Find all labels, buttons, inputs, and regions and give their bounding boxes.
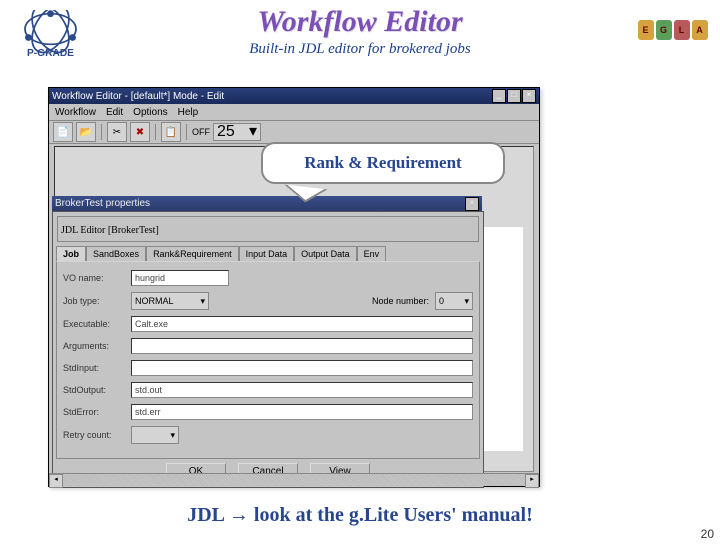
delete-icon[interactable]: ✖	[130, 122, 150, 142]
menu-options[interactable]: Options	[133, 107, 167, 118]
horizontal-scrollbar[interactable]: ◂ ▸	[49, 473, 539, 486]
slide-subtitle: Built-in JDL editor for brokered jobs	[0, 41, 720, 58]
jdl-panel-title: JDL Editor [BrokerTest]	[61, 225, 159, 236]
tab-rank-requirement[interactable]: Rank&Requirement	[146, 246, 239, 261]
svg-text:P-GRADE: P-GRADE	[27, 48, 74, 59]
tab-output-data[interactable]: Output Data	[294, 246, 357, 261]
menu-help[interactable]: Help	[178, 107, 199, 118]
toolbar: 📄 📂 ✂ ✖ 📋 OFF 25▾	[49, 121, 539, 144]
job-form: VO name: hungrid Job type: NORMAL▾ Node …	[56, 261, 480, 459]
zoom-select[interactable]: 25▾	[213, 123, 261, 141]
stderror-label: StdError:	[63, 407, 125, 417]
executable-label: Executable:	[63, 319, 125, 329]
puzzle-logo: EGLA	[630, 10, 715, 50]
menu-workflow[interactable]: Workflow	[55, 107, 96, 118]
stderror-field[interactable]: std.err	[131, 404, 473, 420]
retry-count-label: Retry count:	[63, 430, 125, 440]
callout-bubble: Rank & Requirement	[261, 142, 505, 184]
scroll-left-icon[interactable]: ◂	[49, 474, 63, 488]
stdinput-field[interactable]	[131, 360, 473, 376]
window-title-text: Workflow Editor - [default*] Mode - Edit	[52, 91, 224, 102]
arguments-field[interactable]	[131, 338, 473, 354]
maximize-icon[interactable]: □	[507, 89, 521, 103]
menu-bar: Workflow Edit Options Help	[49, 104, 539, 121]
page-number: 20	[701, 527, 714, 541]
stdoutput-field[interactable]: std.out	[131, 382, 473, 398]
stdoutput-label: StdOutput:	[63, 385, 125, 395]
new-icon[interactable]: 📄	[53, 122, 73, 142]
retry-count-field[interactable]: ▾	[131, 426, 179, 444]
chevron-down-icon: ▾	[200, 294, 205, 308]
properties-dialog: JDL Editor [BrokerTest] Job SandBoxes Ra…	[52, 211, 484, 488]
chevron-down-icon: ▾	[249, 125, 257, 139]
node-number-field[interactable]: 0▾	[435, 292, 473, 310]
tab-bar: Job SandBoxes Rank&Requirement Input Dat…	[56, 246, 480, 261]
cut-icon[interactable]: ✂	[107, 122, 127, 142]
menu-edit[interactable]: Edit	[106, 107, 123, 118]
tab-sandboxes[interactable]: SandBoxes	[86, 246, 146, 261]
close-icon[interactable]: ×	[522, 89, 536, 103]
copy-icon[interactable]: 📋	[161, 122, 181, 142]
callout-text: Rank & Requirement	[304, 153, 461, 173]
job-type-select[interactable]: NORMAL▾	[131, 292, 209, 310]
open-icon[interactable]: 📂	[76, 122, 96, 142]
properties-close-icon[interactable]: ×	[465, 197, 479, 211]
chevron-down-icon: ▾	[464, 294, 469, 308]
minimize-icon[interactable]: _	[492, 89, 506, 103]
arguments-label: Arguments:	[63, 341, 125, 351]
executable-field[interactable]: Calt.exe	[131, 316, 473, 332]
tab-job[interactable]: Job	[56, 246, 86, 261]
vo-name-field[interactable]: hungrid	[131, 270, 229, 286]
slide-footer: JDL → look at the g.Lite Users' manual!	[0, 504, 720, 527]
tab-env[interactable]: Env	[357, 246, 387, 261]
node-number-label: Node number:	[372, 296, 429, 306]
pgrade-logo: P-GRADE	[8, 10, 93, 65]
chevron-down-icon: ▾	[170, 428, 175, 442]
window-titlebar[interactable]: Workflow Editor - [default*] Mode - Edit…	[49, 88, 539, 104]
tab-input-data[interactable]: Input Data	[239, 246, 295, 261]
stdinput-label: StdInput:	[63, 363, 125, 373]
toolbar-off-label: OFF	[192, 127, 210, 137]
scroll-track[interactable]	[63, 474, 525, 486]
properties-titlebar[interactable]: BrokerTest properties ×	[52, 196, 482, 211]
slide-title: Workflow Editor	[0, 5, 720, 39]
job-type-label: Job type:	[63, 296, 125, 306]
properties-title-text: BrokerTest properties	[55, 198, 150, 209]
vo-name-label: VO name:	[63, 273, 125, 283]
scroll-right-icon[interactable]: ▸	[525, 474, 539, 488]
